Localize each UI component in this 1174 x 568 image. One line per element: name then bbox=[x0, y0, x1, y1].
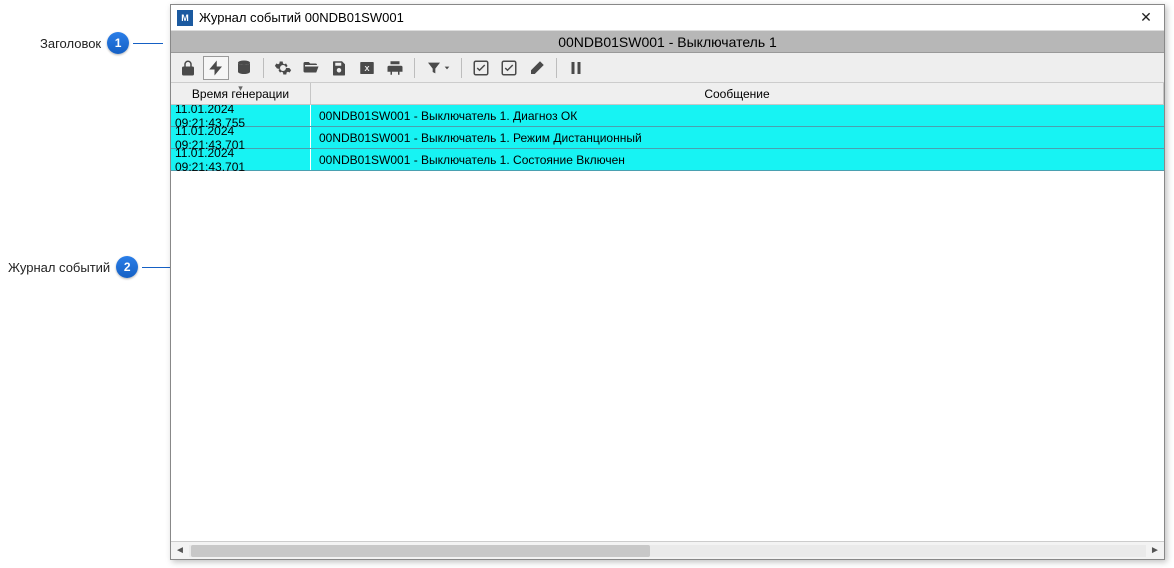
excel-export-button[interactable]: X bbox=[354, 56, 380, 80]
table-row[interactable]: 11.01.2024 09:21:43.701 00NDB01SW001 - В… bbox=[171, 127, 1164, 149]
open-button[interactable] bbox=[298, 56, 324, 80]
annotation-header-label: Заголовок bbox=[40, 36, 101, 51]
column-headers: ▾ Время генерации Сообщение bbox=[171, 83, 1164, 105]
lock-icon bbox=[179, 59, 197, 77]
database-button[interactable] bbox=[231, 56, 257, 80]
folder-open-icon bbox=[302, 59, 320, 77]
toolbar-separator bbox=[556, 58, 557, 78]
cell-message: 00NDB01SW001 - Выключатель 1. Режим Дист… bbox=[311, 127, 1164, 148]
check-all-button[interactable] bbox=[468, 56, 494, 80]
database-icon bbox=[235, 59, 253, 77]
toolbar-separator bbox=[461, 58, 462, 78]
cell-time: 11.01.2024 09:21:43.701 bbox=[171, 149, 311, 170]
table-row[interactable]: 11.01.2024 09:21:43.755 00NDB01SW001 - В… bbox=[171, 105, 1164, 127]
sort-descending-icon: ▾ bbox=[238, 84, 243, 93]
table-row[interactable]: 11.01.2024 09:21:43.701 00NDB01SW001 - В… bbox=[171, 149, 1164, 171]
eraser-button[interactable] bbox=[524, 56, 550, 80]
app-icon: M bbox=[177, 10, 193, 26]
cell-message: 00NDB01SW001 - Выключатель 1. Диагноз ОК bbox=[311, 105, 1164, 126]
save-button[interactable] bbox=[326, 56, 352, 80]
annotation-log-badge: 2 bbox=[116, 256, 138, 278]
annotation-line bbox=[133, 43, 163, 44]
annotation-line bbox=[142, 267, 172, 268]
cell-message: 00NDB01SW001 - Выключатель 1. Состояние … bbox=[311, 149, 1164, 170]
close-button[interactable]: ✕ bbox=[1134, 8, 1158, 28]
eraser-icon bbox=[528, 59, 546, 77]
svg-text:X: X bbox=[364, 64, 369, 73]
scroll-right-button[interactable]: ► bbox=[1146, 543, 1164, 559]
grid-body[interactable]: 11.01.2024 09:21:43.755 00NDB01SW001 - В… bbox=[171, 105, 1164, 541]
titlebar: M Журнал событий 00NDB01SW001 ✕ bbox=[171, 5, 1164, 31]
event-log-window: M Журнал событий 00NDB01SW001 ✕ 00NDB01S… bbox=[170, 4, 1165, 560]
toolbar-separator bbox=[263, 58, 264, 78]
scroll-left-button[interactable]: ◄ bbox=[171, 543, 189, 559]
column-header-message-label: Сообщение bbox=[704, 87, 769, 101]
annotation-log-label: Журнал событий bbox=[8, 260, 110, 275]
window-title: Журнал событий 00NDB01SW001 bbox=[199, 10, 1134, 25]
filter-icon bbox=[426, 59, 442, 77]
scroll-track[interactable] bbox=[189, 545, 1146, 557]
annotation-log: Журнал событий 2 bbox=[8, 256, 172, 278]
pause-button[interactable] bbox=[563, 56, 589, 80]
check-square-icon bbox=[472, 59, 490, 77]
toolbar-separator bbox=[414, 58, 415, 78]
scroll-thumb[interactable] bbox=[191, 545, 650, 557]
column-header-time[interactable]: ▾ Время генерации bbox=[171, 83, 311, 104]
annotation-header-badge: 1 bbox=[107, 32, 129, 54]
bolt-icon bbox=[207, 59, 225, 77]
annotation-header: Заголовок 1 bbox=[40, 32, 163, 54]
filter-button[interactable] bbox=[421, 56, 455, 80]
check-square-icon bbox=[500, 59, 518, 77]
page-header-text: 00NDB01SW001 - Выключатель 1 bbox=[558, 34, 777, 50]
settings-button[interactable] bbox=[270, 56, 296, 80]
save-icon bbox=[330, 59, 348, 77]
toolbar: X bbox=[171, 53, 1164, 83]
pause-icon bbox=[567, 59, 585, 77]
column-header-message[interactable]: Сообщение bbox=[311, 83, 1164, 104]
lock-button[interactable] bbox=[175, 56, 201, 80]
excel-export-icon: X bbox=[358, 59, 376, 77]
bolt-button[interactable] bbox=[203, 56, 229, 80]
page-header: 00NDB01SW001 - Выключатель 1 bbox=[171, 31, 1164, 53]
print-icon bbox=[386, 59, 404, 77]
chevron-down-icon bbox=[443, 59, 451, 77]
horizontal-scrollbar[interactable]: ◄ ► bbox=[171, 541, 1164, 559]
gear-icon bbox=[274, 59, 292, 77]
uncheck-all-button[interactable] bbox=[496, 56, 522, 80]
print-button[interactable] bbox=[382, 56, 408, 80]
